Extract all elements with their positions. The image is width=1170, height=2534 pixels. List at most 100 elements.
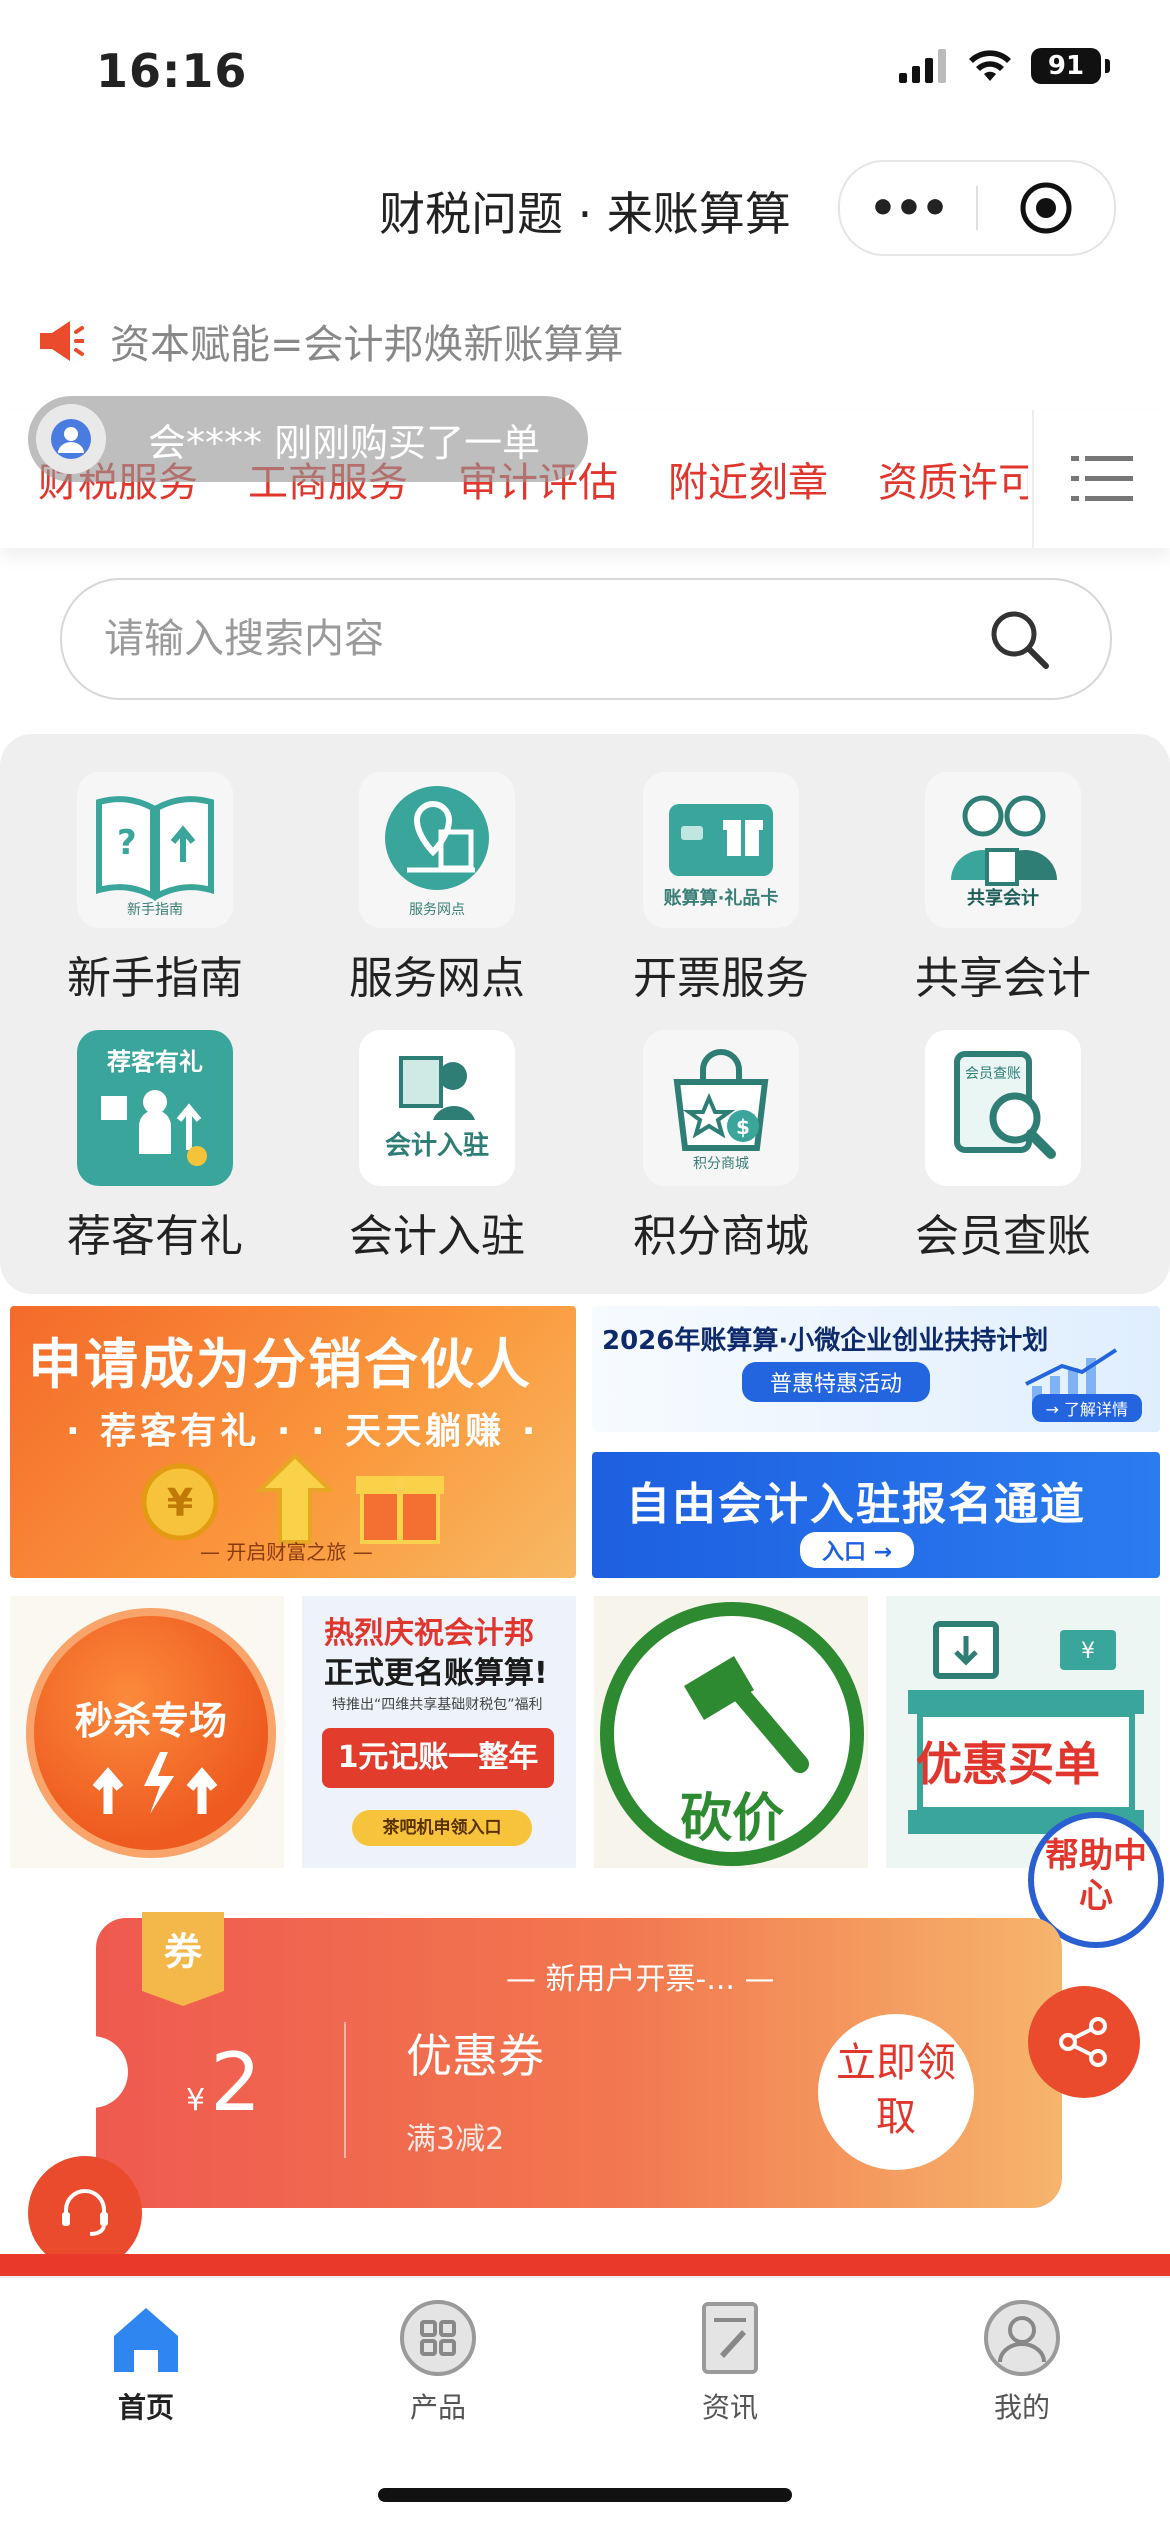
coupon-divider (344, 2022, 346, 2158)
join-banner-title: 自由会计入驻报名通道 (626, 1479, 1086, 1530)
grid-item-guide[interactable]: ? 新手指南 新手指南 (30, 772, 280, 1006)
grid-icon (400, 2300, 476, 2376)
rename-line2: 正式更名账算算! (324, 1656, 548, 1691)
close-miniprogram-button[interactable] (978, 181, 1114, 235)
coupon-currency: ¥ (186, 2083, 206, 2118)
nav-profile[interactable]: 我的 (922, 2298, 1122, 2426)
grid-label-referral: 荐客有礼 (67, 1211, 243, 1262)
grid-label-service-point: 服务网点 (349, 953, 525, 1004)
user-avatar-icon (51, 419, 91, 459)
nav-news[interactable]: 资讯 (630, 2298, 830, 2426)
plan-banner-more: → 了解详情 (1031, 1394, 1142, 1422)
rename-entry-button[interactable]: 茶吧机申领入口 (352, 1810, 532, 1846)
coupon-badge: 券 (142, 1912, 224, 2006)
customer-service-button[interactable] (28, 2156, 142, 2270)
svg-text:账算算·礼品卡: 账算算·礼品卡 (664, 887, 779, 909)
grid-item-shared-accountant[interactable]: 共享会计 共享会计 (878, 772, 1128, 1006)
grid-item-accountant-join[interactable]: 会计入驻 会计入驻 (312, 1030, 562, 1264)
home-icon (114, 2308, 178, 2372)
partner-banner-tag: — 开启财富之旅 — (200, 1540, 373, 1564)
coupon-name: 优惠券 (406, 2029, 544, 2083)
news-icon (702, 2302, 758, 2374)
rename-line3: 特推出“四维共享基础财税包”福利 (332, 1697, 543, 1713)
location-building-icon: 服务网点 (359, 772, 515, 928)
grid-item-referral[interactable]: 荐客有礼 荐客有礼 (30, 1030, 280, 1264)
claim-coupon-button[interactable]: 立即领取 (818, 2014, 974, 2170)
startup-plan-banner[interactable]: 2026年账算算·小微企业创业扶持计划 普惠特惠活动 → 了解详情 (592, 1306, 1160, 1432)
axe-icon (684, 1656, 809, 1773)
grid-item-member-ledger[interactable]: 会员查账 会员查账 (878, 1030, 1128, 1264)
coupon-condition: 满3减2 (406, 2122, 505, 2157)
status-icons: 91 (899, 48, 1110, 84)
nav-news-label: 资讯 (701, 2391, 758, 2424)
svg-text:¥: ¥ (1081, 1639, 1095, 1664)
svg-text:积分商城: 积分商城 (693, 1156, 749, 1172)
tab-seal[interactable]: 附近刻章 (668, 450, 828, 508)
join-banner-pill: 入口 → (800, 1532, 915, 1568)
seckill-tile[interactable]: 秒杀专场 (10, 1596, 284, 1868)
grid-item-service-point[interactable]: 服务网点 服务网点 (312, 772, 562, 1006)
svg-text:¥: ¥ (167, 1481, 193, 1525)
grid-label-guide: 新手指南 (67, 953, 243, 1004)
svg-text:荐客有礼: 荐客有礼 (107, 1048, 203, 1076)
more-icon[interactable]: ••• (840, 183, 976, 234)
toast-text: 会**** 刚刚购买了一单 (148, 420, 541, 465)
partner-banner[interactable]: 申请成为分销合伙人 · 荐客有礼 · · 天天躺赚 · ¥ — 开启财富之旅 — (10, 1306, 576, 1578)
share-button[interactable] (1028, 1986, 1140, 2098)
seckill-text: 秒杀专场 (74, 1699, 227, 1743)
svg-text:服务网点: 服务网点 (409, 902, 465, 918)
points-bag-icon: $ 积分商城 (643, 1030, 799, 1186)
notice-text: 资本赋能=会计邦焕新账算算 (110, 322, 624, 368)
referral-gift-icon: 荐客有礼 (77, 1030, 233, 1186)
grid-item-points-mall[interactable]: $ 积分商城 积分商城 (596, 1030, 846, 1264)
coupon-card[interactable]: 券 — 新用户开票-... — ¥ 2 优惠券 满3减2 立即领取 (56, 1912, 1062, 2208)
nav-home[interactable]: 首页 (46, 2298, 246, 2426)
red-divider (0, 2254, 1170, 2276)
lightning-arrows-icon (92, 1752, 218, 1814)
accountant-join-icon: 会计入驻 (359, 1030, 515, 1186)
accountant-join-banner[interactable]: 自由会计入驻报名通道 入口 → (592, 1452, 1160, 1578)
svg-text:新手指南: 新手指南 (127, 902, 183, 918)
svg-text:$: $ (736, 1115, 750, 1139)
svg-text:?: ? (117, 823, 137, 863)
plan-banner-pill: 普惠特惠活动 (742, 1362, 931, 1402)
coin-gift-icon: ¥ (141, 1453, 444, 1544)
user-icon (984, 2300, 1060, 2376)
rename-line1: 热烈庆祝会计邦 (324, 1616, 534, 1651)
nav-home-label: 首页 (117, 2391, 174, 2424)
coupon-amount: ¥ 2 (186, 2036, 261, 2129)
notice-bar[interactable]: 资本赋能=会计邦焕新账算算 (36, 312, 624, 370)
status-time: 16:16 (96, 44, 248, 98)
grid-label-invoice: 开票服务 (633, 953, 809, 1004)
search-input[interactable] (102, 615, 986, 663)
bargain-tile[interactable]: 砍价 (594, 1596, 868, 1868)
grid-label-shared-accountant: 共享会计 (915, 953, 1091, 1004)
battery-icon: 91 (1031, 48, 1101, 84)
grid-label-points-mall: 积分商城 (633, 1211, 809, 1262)
search-bar[interactable] (60, 578, 1112, 700)
bargain-text: 砍价 (679, 1789, 784, 1849)
seckill-badge: 秒杀专场 (26, 1608, 276, 1858)
signal-icon (899, 49, 946, 83)
tab-license[interactable]: 资质许可 (878, 450, 1028, 508)
coupon-heading: — 新用户开票-... — (506, 1962, 775, 1997)
nav-products[interactable]: 产品 (338, 2298, 538, 2426)
svg-text:共享会计: 共享会计 (967, 887, 1039, 909)
category-menu-button[interactable] (1032, 410, 1170, 548)
grid-item-invoice[interactable]: 账算算·礼品卡 开票服务 (596, 772, 846, 1006)
toast-avatar (36, 404, 106, 474)
coupon-notch (56, 2036, 128, 2108)
feature-grid: ? 新手指南 新手指南 服务网点 服务网点 账算算·礼品卡 开票服务 共享会计 … (0, 734, 1170, 1294)
headset-icon (62, 2189, 108, 2236)
book-icon: ? 新手指南 (77, 772, 233, 928)
search-icon[interactable] (986, 606, 1052, 672)
speaker-icon (40, 321, 84, 361)
partner-banner-title: 申请成为分销合伙人 (28, 1333, 532, 1396)
rename-celebration-tile[interactable]: 热烈庆祝会计邦 正式更名账算算! 特推出“四维共享基础财税包”福利 1元记账一整… (302, 1596, 576, 1868)
rename-pill: 1元记账一整年 (322, 1728, 554, 1788)
coupon-value: 2 (210, 2036, 262, 2129)
battery-tip (1105, 59, 1110, 73)
miniprogram-capsule: ••• (838, 160, 1116, 256)
discount-pay-text: 优惠买单 (916, 1737, 1100, 1791)
plan-banner-title: 2026年账算算·小微企业创业扶持计划 (602, 1326, 1049, 1356)
